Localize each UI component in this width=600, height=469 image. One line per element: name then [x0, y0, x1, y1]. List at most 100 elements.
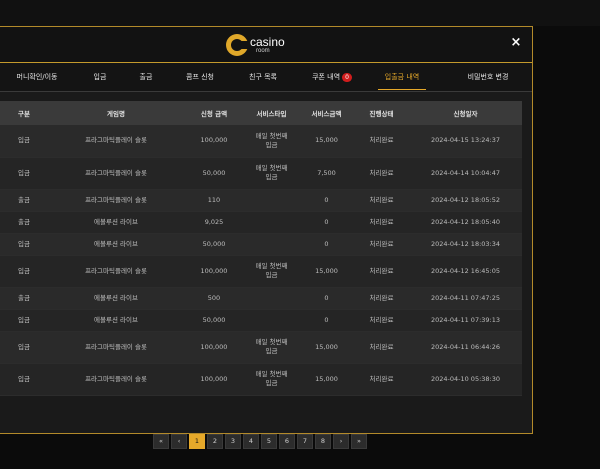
cell-status: 처리완료 [354, 157, 409, 190]
page-button-3[interactable]: 3 [225, 434, 241, 449]
column-header: 구분 [0, 101, 48, 125]
cell-service-amount: 15,000 [299, 255, 354, 288]
column-header: 진행상태 [354, 101, 409, 125]
cell-service-type: 매일 첫번째 입금 [244, 363, 299, 396]
cell-service-amount: 0 [299, 309, 354, 332]
cell-service-type: 매일 첫번째 입금 [244, 255, 299, 288]
cell-date: 2024-04-15 13:24:37 [409, 125, 522, 158]
tab-6[interactable]: 쿠폰 내역 0 [303, 63, 361, 91]
page-button-4[interactable]: 4 [243, 434, 259, 449]
tab-label: 쿠폰 내역 [312, 73, 341, 81]
cell-status: 처리완료 [354, 125, 409, 158]
cell-type: 입금 [0, 363, 48, 396]
tab-3[interactable]: 출금 [128, 63, 164, 91]
cell-amount: 50,000 [184, 157, 244, 190]
close-button[interactable]: × [508, 35, 524, 51]
cell-status: 처리완료 [354, 287, 409, 310]
column-header: 게임명 [48, 101, 184, 125]
cell-date: 2024-04-11 07:39:13 [409, 309, 522, 332]
next-page-button[interactable]: › [333, 434, 349, 449]
cell-service-amount: 0 [299, 233, 354, 256]
table-row: 입금 프라그마틱플레이 슬롯 100,000 매일 첫번째 입금 15,000 처리완료 20… [0, 331, 522, 364]
column-header: 신청일자 [409, 101, 522, 125]
first-page-button[interactable]: « [153, 434, 169, 449]
prev-page-button[interactable]: ‹ [171, 434, 187, 449]
cell-game: 프라그마틱플레이 슬롯 [48, 255, 184, 288]
modal-header: casino room × [0, 27, 532, 63]
transaction-history-modal: casino room × 머니확인/이동 입금 출금 콤프 신청 친구 목록 쿠폰 내역… [0, 26, 533, 449]
cell-game: 프라그마틱플레이 슬롯 [48, 125, 184, 158]
column-header: 서비스금액 [299, 101, 354, 125]
column-header: 신청 금액 [184, 101, 244, 125]
cell-service-amount: 15,000 [299, 331, 354, 364]
cell-date: 2024-04-12 16:45:05 [409, 255, 522, 288]
cell-amount: 50,000 [184, 233, 244, 256]
cell-status: 처리완료 [354, 255, 409, 288]
cell-type: 출금 [0, 287, 48, 310]
table-row: 입금 에볼루션 라이브 50,000 0 처리완료 2024-04-11 07:39:13 [0, 309, 522, 332]
cell-service-type [244, 287, 299, 310]
cell-game: 에볼루션 라이브 [48, 211, 184, 234]
cell-status: 처리완료 [354, 211, 409, 234]
table-row: 출금 에볼루션 라이브 500 0 처리완료 2024-04-11 07:47:25 [0, 287, 522, 310]
table-row: 입금 프라그마틱플레이 슬롯 100,000 매일 첫번째 입금 15,000 처리완료 20… [0, 363, 522, 396]
cell-date: 2024-04-10 05:38:30 [409, 363, 522, 396]
tab-label: 머니확인/이동 [16, 73, 58, 81]
table-row: 입금 프라그마틱플레이 슬롯 50,000 매일 첫번째 입금 7,500 처리완료 2024… [0, 157, 522, 190]
tab-label: 입금 [93, 73, 107, 81]
cell-date: 2024-04-12 18:03:34 [409, 233, 522, 256]
tab-7[interactable]: 입출금 내역 [378, 63, 426, 91]
cell-type: 입금 [0, 157, 48, 190]
cell-service-amount: 0 [299, 211, 354, 234]
tab-5[interactable]: 친구 목록 [238, 63, 288, 91]
cell-date: 2024-04-12 18:05:40 [409, 211, 522, 234]
tab-4[interactable]: 콤프 신청 [178, 63, 222, 91]
cell-service-type [244, 309, 299, 332]
table-row: 출금 프라그마틱플레이 슬롯 110 0 처리완료 2024-04-12 18:05:52 [0, 189, 522, 212]
tab-label: 콤프 신청 [186, 73, 214, 81]
cell-service-type: 매일 첫번째 입금 [244, 331, 299, 364]
cell-service-type [244, 233, 299, 256]
casino-room-logo: casino room [226, 34, 296, 58]
last-page-button[interactable]: » [351, 434, 367, 449]
cell-service-type [244, 211, 299, 234]
tab-label: 비밀번호 변경 [467, 73, 509, 81]
cell-status: 처리완료 [354, 309, 409, 332]
table-row: 입금 프라그마틱플레이 슬롯 100,000 매일 첫번째 입금 15,000 처리완료 20… [0, 255, 522, 288]
logo-main-text: casino [250, 35, 285, 49]
cell-service-type: 매일 첫번째 입금 [244, 157, 299, 190]
cell-service-type: 매일 첫번째 입금 [244, 125, 299, 158]
cell-service-amount: 15,000 [299, 125, 354, 158]
logo-sub-text: room [256, 48, 270, 54]
cell-game: 프라그마틱플레이 슬롯 [48, 363, 184, 396]
coupon-count-badge: 0 [342, 72, 352, 82]
cell-type: 출금 [0, 211, 48, 234]
page-button-1[interactable]: 1 [189, 434, 205, 449]
cell-game: 에볼루션 라이브 [48, 233, 184, 256]
cell-amount: 9,025 [184, 211, 244, 234]
table-row: 출금 에볼루션 라이브 9,025 0 처리완료 2024-04-12 18:05:40 [0, 211, 522, 234]
tab-2[interactable]: 입금 [82, 63, 118, 91]
tab-1[interactable]: 머니확인/이동 [4, 63, 70, 91]
cell-amount: 50,000 [184, 309, 244, 332]
history-table: 구분 게임명 신청 금액 서비스타입 서비스금액 진행상태 신청일자 입금 프라그마틱플레이 … [0, 101, 522, 396]
page-button-2[interactable]: 2 [207, 434, 223, 449]
cell-game: 프라그마틱플레이 슬롯 [48, 331, 184, 364]
cell-type: 입금 [0, 233, 48, 256]
cell-date: 2024-04-14 10:04:47 [409, 157, 522, 190]
page-button-8[interactable]: 8 [315, 434, 331, 449]
cell-service-amount: 0 [299, 189, 354, 212]
cell-status: 처리완료 [354, 189, 409, 212]
cell-status: 처리완료 [354, 331, 409, 364]
cell-game: 프라그마틱플레이 슬롯 [48, 189, 184, 212]
cell-amount: 500 [184, 287, 244, 310]
cell-date: 2024-04-11 06:44:26 [409, 331, 522, 364]
tab-8[interactable]: 비밀번호 변경 [448, 63, 528, 91]
table-header-row: 구분 게임명 신청 금액 서비스타입 서비스금액 진행상태 신청일자 [0, 101, 522, 125]
page-button-7[interactable]: 7 [297, 434, 313, 449]
page-button-6[interactable]: 6 [279, 434, 295, 449]
cell-amount: 100,000 [184, 363, 244, 396]
page-button-5[interactable]: 5 [261, 434, 277, 449]
cell-amount: 110 [184, 189, 244, 212]
cell-amount: 100,000 [184, 255, 244, 288]
